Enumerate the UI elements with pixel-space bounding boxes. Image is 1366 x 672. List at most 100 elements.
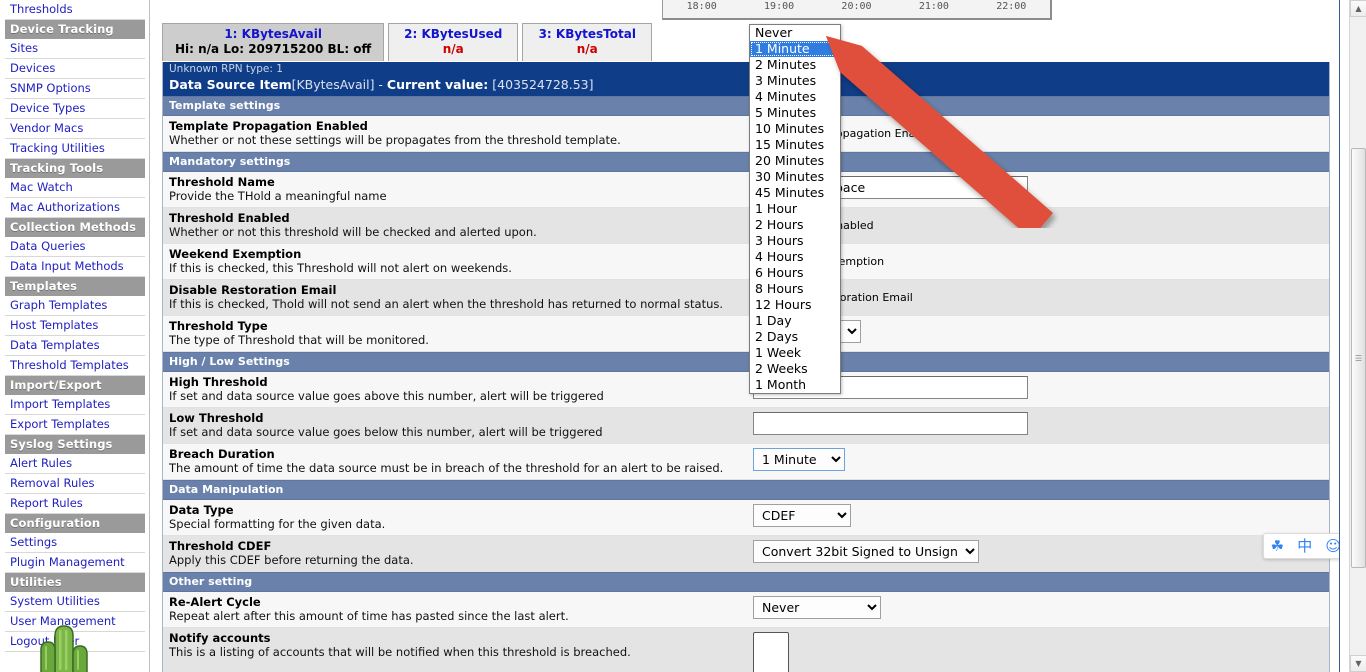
dropdown-option[interactable]: 6 Hours xyxy=(750,265,840,281)
dropdown-option[interactable]: 2 Hours xyxy=(750,217,840,233)
dropdown-option[interactable]: 30 Minutes xyxy=(750,169,840,185)
sidebar-item-vendor-macs[interactable]: Vendor Macs xyxy=(5,119,145,139)
sidebar-item-sites[interactable]: Sites xyxy=(5,39,145,59)
dropdown-option[interactable]: 5 Minutes xyxy=(750,105,840,121)
section-data-manipulation: Data Manipulation xyxy=(163,480,1329,500)
row-breach-duration: Breach Duration The amount of time the d… xyxy=(163,444,1329,480)
field-desc: If this is checked, this Threshold will … xyxy=(169,261,512,275)
row-label-cell: Template Propagation Enabled Whether or … xyxy=(163,116,751,151)
ime-floating-toolbar[interactable]: ☘中☺✎⚙ xyxy=(1263,533,1340,559)
section-other-setting: Other setting xyxy=(163,572,1329,592)
row-label-cell: Threshold CDEF Apply this CDEF before re… xyxy=(163,536,751,571)
scrollbar-down-button[interactable]: ▼ xyxy=(1350,655,1366,672)
data-source-tab-3[interactable]: 3: KBytesTotal n/a xyxy=(522,23,653,61)
dropdown-option[interactable]: 2 Minutes xyxy=(750,57,840,73)
row-control-cell: CDEF xyxy=(751,500,1329,531)
field-desc: The amount of time the data source must … xyxy=(169,461,724,475)
breach-duration-dropdown-list[interactable]: Never 1 Minute 2 Minutes 3 Minutes 4 Minutes… xyxy=(749,24,841,394)
banner-title: Data Source Item xyxy=(169,77,292,92)
sidebar-item-tracking-utilities[interactable]: Tracking Utilities xyxy=(5,139,145,159)
dropdown-option[interactable]: 1 Minute xyxy=(750,41,840,57)
sidebar-item-mac-authorizations[interactable]: Mac Authorizations xyxy=(5,198,145,218)
scrollbar-up-button[interactable]: ▲ xyxy=(1350,0,1366,17)
row-control-cell: 1 Minute xyxy=(751,444,1329,475)
emoji-icon[interactable]: ☺ xyxy=(1325,538,1340,554)
sidebar-item-mac-watch[interactable]: Mac Watch xyxy=(5,178,145,198)
sidebar-item-plugin-management[interactable]: Plugin Management xyxy=(5,553,145,573)
sidebar-item-device-types[interactable]: Device Types xyxy=(5,99,145,119)
field-desc: Apply this CDEF before returning the dat… xyxy=(169,553,414,567)
chinese-mode-icon[interactable]: 中 xyxy=(1297,538,1312,554)
row-disable-restoration-email: Disable Restoration Email If this is che… xyxy=(163,280,1329,316)
sidebar-header-utilities: Utilities xyxy=(5,573,145,592)
data-source-tab-1[interactable]: 1: KBytesAvail Hi: n/a Lo: 209715200 BL: … xyxy=(162,23,385,61)
notify-accounts-listbox[interactable] xyxy=(753,632,789,672)
re-alert-cycle-select[interactable]: Never xyxy=(753,596,881,619)
field-label: Breach Duration xyxy=(169,447,275,461)
dropdown-option[interactable]: 2 Days xyxy=(750,329,840,345)
paw-logo-icon[interactable]: ☘ xyxy=(1271,538,1284,554)
dropdown-option[interactable]: 15 Minutes xyxy=(750,137,840,153)
dropdown-option[interactable]: 45 Minutes xyxy=(750,185,840,201)
section-high-low-settings: High / Low Settings xyxy=(163,352,1329,372)
sidebar-item-data-templates[interactable]: Data Templates xyxy=(5,336,145,356)
dropdown-option[interactable]: 1 Day xyxy=(750,313,840,329)
row-control-cell xyxy=(751,628,1329,672)
scrollbar-thumb[interactable]: ☰ xyxy=(1351,148,1366,568)
dropdown-option[interactable]: 8 Hours xyxy=(750,281,840,297)
rpn-warning: Unknown RPN type: 1 xyxy=(163,62,1329,75)
banner-current-value: [403524728.53] xyxy=(492,77,594,92)
dropdown-option[interactable]: 3 Minutes xyxy=(750,73,840,89)
field-desc: If set and data source value goes above … xyxy=(169,389,604,403)
data-type-select[interactable]: CDEF xyxy=(753,504,851,527)
graph-tick-label: 18:00 xyxy=(686,1,717,12)
field-desc: Repeat alert after this amount of time h… xyxy=(169,609,569,623)
dropdown-option[interactable]: 10 Minutes xyxy=(750,121,840,137)
section-template-settings: Template settings xyxy=(163,96,1329,116)
dropdown-option[interactable]: 4 Hours xyxy=(750,249,840,265)
sidebar-header-import-export: Import/Export xyxy=(5,376,145,395)
field-label: Template Propagation Enabled xyxy=(169,119,368,133)
cacti-logo xyxy=(0,602,150,672)
graph-axis-ticks: 18:00 19:00 20:00 21:00 22:00 xyxy=(663,1,1050,12)
banner-ds-name: [KBytesAvail] - xyxy=(291,77,387,92)
sidebar-item-devices[interactable]: Devices xyxy=(5,59,145,79)
sidebar-item-snmp-options[interactable]: SNMP Options xyxy=(5,79,145,99)
dropdown-option[interactable]: 4 Minutes xyxy=(750,89,840,105)
data-source-tab-2[interactable]: 2: KBytesUsed n/a xyxy=(388,23,519,61)
dropdown-option[interactable]: 2 Weeks xyxy=(750,361,840,377)
dropdown-option[interactable]: 1 Week xyxy=(750,345,840,361)
field-label: Threshold Type xyxy=(169,319,268,333)
breach-duration-select[interactable]: 1 Minute xyxy=(753,448,845,471)
dropdown-option[interactable]: 1 Hour xyxy=(750,201,840,217)
low-threshold-input[interactable] xyxy=(753,412,1028,435)
threshold-edit-page: Thresholds Device Tracking Sites Devices SNM… xyxy=(0,0,1366,672)
sidebar-item-export-templates[interactable]: Export Templates xyxy=(5,415,145,435)
dropdown-option[interactable]: 20 Minutes xyxy=(750,153,840,169)
field-desc: The type of Threshold that will be monit… xyxy=(169,333,429,347)
sidebar-item-settings[interactable]: Settings xyxy=(5,533,145,553)
page-scrollbar[interactable]: ▲ ☰ ▼ xyxy=(1349,0,1366,672)
row-label-cell: Data Type Special formatting for the giv… xyxy=(163,500,751,535)
graph-preview-strip: 18:00 19:00 20:00 21:00 22:00 xyxy=(662,0,1052,20)
sidebar-item-threshold-templates[interactable]: Threshold Templates xyxy=(5,356,145,376)
sidebar-item-graph-templates[interactable]: Graph Templates xyxy=(5,296,145,316)
graph-tick-label: 19:00 xyxy=(764,1,795,12)
sidebar-item-thresholds[interactable]: Thresholds xyxy=(5,0,145,20)
field-desc: If this is checked, Thold will not send … xyxy=(169,297,724,311)
graph-tick-label: 21:00 xyxy=(918,1,949,12)
row-data-type: Data Type Special formatting for the giv… xyxy=(163,500,1329,536)
dropdown-option[interactable]: 12 Hours xyxy=(750,297,840,313)
field-desc: Whether or not this threshold will be ch… xyxy=(169,225,537,239)
sidebar-item-import-templates[interactable]: Import Templates xyxy=(5,395,145,415)
sidebar-item-removal-rules[interactable]: Removal Rules xyxy=(5,474,145,494)
dropdown-option[interactable]: Never xyxy=(750,25,840,41)
sidebar-item-data-input-methods[interactable]: Data Input Methods xyxy=(5,257,145,277)
sidebar-item-host-templates[interactable]: Host Templates xyxy=(5,316,145,336)
dropdown-option[interactable]: 1 Month xyxy=(750,377,840,393)
sidebar-item-alert-rules[interactable]: Alert Rules xyxy=(5,454,145,474)
threshold-cdef-select[interactable]: Convert 32bit Signed to Unsigned xyxy=(753,540,979,563)
sidebar-item-report-rules[interactable]: Report Rules xyxy=(5,494,145,514)
dropdown-option[interactable]: 3 Hours xyxy=(750,233,840,249)
sidebar-item-data-queries[interactable]: Data Queries xyxy=(5,237,145,257)
